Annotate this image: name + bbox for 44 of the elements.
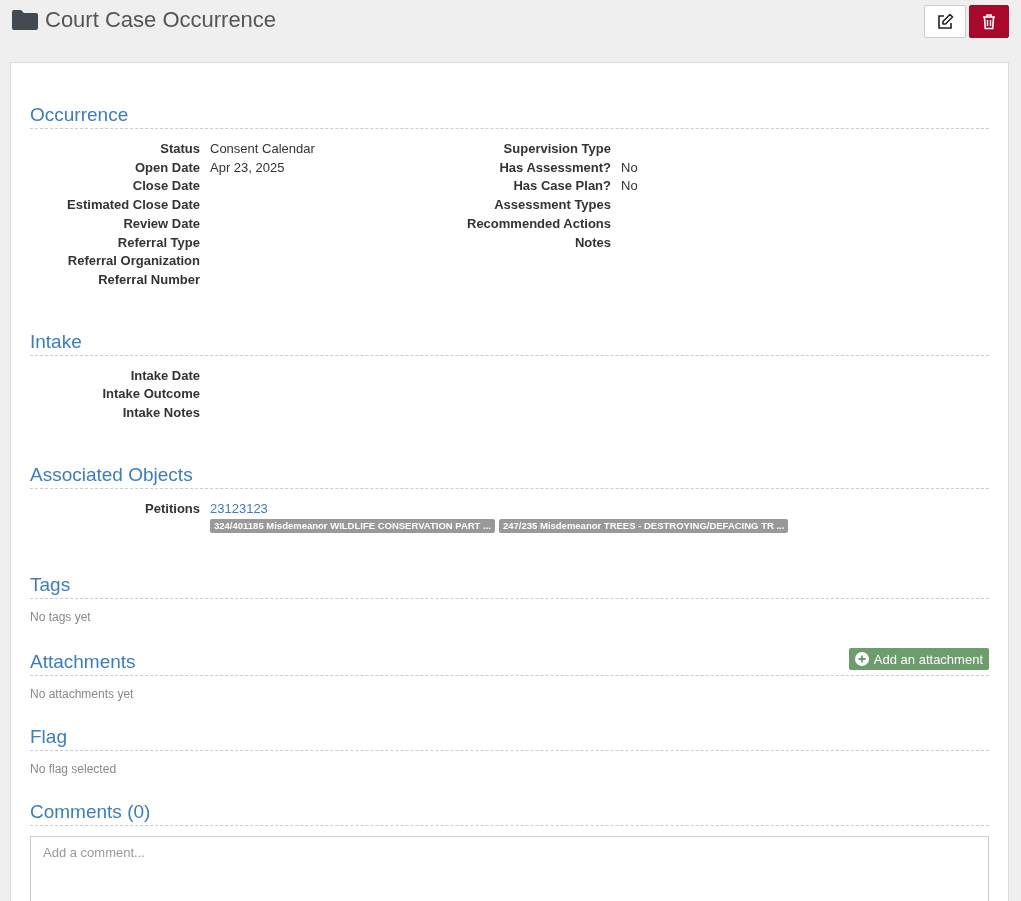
field-label: Referral Number: [97, 270, 200, 289]
field-label: Intake Notes: [121, 404, 200, 423]
edit-button[interactable]: [924, 5, 966, 38]
field-label: Status: [159, 140, 200, 158]
field-label: Has Case Plan?: [512, 177, 611, 196]
empty-text: No attachments yet: [30, 686, 135, 702]
field-value: Consent Calendar: [210, 140, 316, 158]
field-label: Has Assessment?: [498, 158, 611, 177]
trash-icon: [982, 13, 996, 30]
folder-icon: [12, 10, 38, 30]
delete-button[interactable]: [969, 5, 1009, 38]
field-label: Review Date: [122, 214, 200, 233]
edit-icon: [936, 12, 954, 31]
field-label: Petitions: [144, 499, 200, 518]
charge-tag: 324/401185 Misdemeanor WILDLIFE CONSERVATION PART ...: [210, 519, 495, 534]
field-label: Notes: [573, 233, 611, 252]
field-label: Close Date: [131, 177, 200, 196]
petition-link[interactable]: 23123123: [210, 500, 268, 516]
field-label: Intake Date: [129, 366, 200, 385]
section-title: Attachments: [30, 650, 136, 675]
field-label: Supervision Type: [502, 140, 611, 158]
field-label: Intake Outcome: [101, 385, 200, 404]
charge-tag: 247/235 Misdemeanor TREES - DESTROYING/DEFACING TR ...: [499, 519, 789, 534]
section-title: Comments (0): [30, 800, 151, 825]
page-title: Court Case Occurrence: [45, 7, 277, 33]
section-title: Intake: [30, 329, 82, 354]
empty-text: No flag selected: [30, 761, 118, 777]
plus-circle-icon: [854, 652, 869, 667]
comment-field[interactable]: Add a comment...: [30, 836, 989, 901]
field-value: No: [621, 177, 638, 196]
empty-text: No tags yet: [30, 609, 92, 625]
section-title: Flag: [30, 725, 67, 750]
field-label: Assessment Types: [493, 196, 611, 215]
field-label: Referral Type: [116, 233, 200, 252]
section-title: Occurrence: [30, 103, 129, 127]
add-attachment-button[interactable]: Add an attachment: [848, 648, 989, 671]
field-label: Recommended Actions: [466, 214, 611, 233]
field-label: Estimated Close Date: [66, 196, 200, 215]
field-value: No: [621, 158, 638, 177]
section-title: Associated Objects: [30, 462, 193, 487]
field-value: Apr 23, 2025: [210, 158, 286, 177]
field-label: Referral Organization: [66, 252, 200, 271]
section-title: Tags: [30, 573, 71, 598]
field-label: Open Date: [134, 158, 200, 177]
